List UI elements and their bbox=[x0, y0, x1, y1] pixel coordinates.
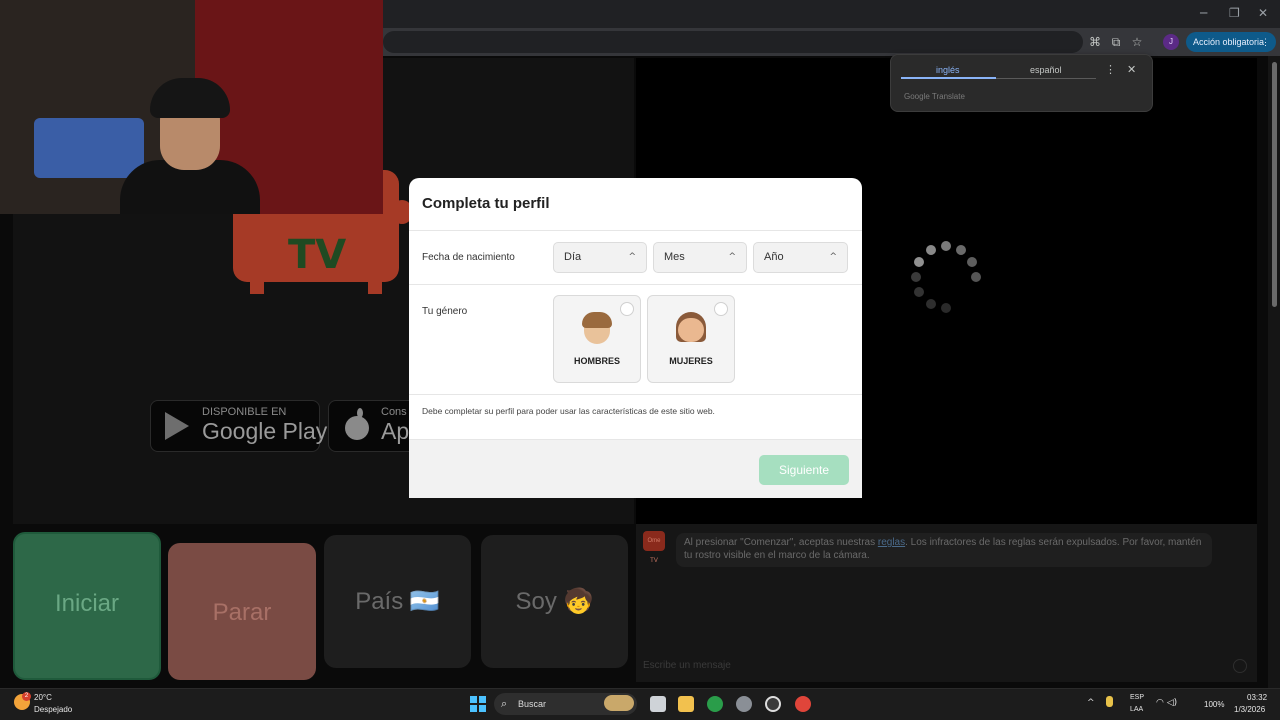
maximize-icon[interactable]: ❐ bbox=[1229, 6, 1240, 20]
search-highlight-icon[interactable] bbox=[604, 695, 634, 711]
webcam-overlay bbox=[0, 0, 383, 214]
clock-time[interactable]: 03:32 bbox=[1247, 693, 1267, 702]
gender-button[interactable]: Soy 🧒 bbox=[481, 535, 628, 668]
logo-tv-text: TV bbox=[288, 232, 347, 278]
female-avatar-icon bbox=[678, 318, 704, 342]
weather-badge: 2 bbox=[22, 692, 31, 701]
windows-start-icon[interactable] bbox=[470, 696, 486, 712]
emoji-icon[interactable] bbox=[1233, 659, 1247, 673]
female-radio[interactable] bbox=[714, 302, 728, 316]
chat-message: Al presionar "Comenzar", aceptas nuestra… bbox=[676, 533, 1212, 567]
translate-close-icon[interactable]: ✕ bbox=[1127, 63, 1136, 76]
divider bbox=[409, 439, 862, 440]
translate-tab-source[interactable]: inglés bbox=[936, 65, 960, 75]
translate-icon[interactable]: ⌘ bbox=[1087, 34, 1103, 50]
month-select-value: Mes bbox=[664, 251, 685, 263]
year-select-value: Año bbox=[764, 251, 784, 263]
divider bbox=[409, 230, 862, 231]
language-layout[interactable]: LAA bbox=[1130, 706, 1143, 713]
address-bar[interactable] bbox=[383, 31, 1083, 53]
battery-percent[interactable]: 100% bbox=[1204, 700, 1224, 709]
translate-tab-divider bbox=[996, 78, 1096, 79]
chevron-up-icon: ^ bbox=[829, 252, 837, 262]
more-vert-icon: ⋮ bbox=[1261, 37, 1270, 47]
clock-date[interactable]: 1/3/2026 bbox=[1234, 705, 1265, 714]
translate-tab-indicator bbox=[901, 77, 996, 79]
chrome-icon[interactable] bbox=[707, 696, 723, 712]
profile-avatar[interactable]: J bbox=[1163, 34, 1179, 50]
gender-label: Tu género bbox=[422, 306, 468, 317]
male-hair bbox=[582, 312, 612, 328]
male-label: HOMBRES bbox=[573, 356, 620, 366]
year-select[interactable]: Año ^ bbox=[753, 242, 848, 273]
divider bbox=[409, 394, 862, 395]
tray-expand-icon[interactable]: ^ bbox=[1087, 698, 1095, 708]
minimize-icon[interactable]: ─ bbox=[1200, 6, 1207, 20]
stop-button[interactable]: Parar bbox=[168, 543, 316, 680]
divider bbox=[409, 284, 862, 285]
logo-leg-left bbox=[250, 280, 264, 294]
modal-title: Completa tu perfil bbox=[422, 195, 550, 212]
google-play-icon bbox=[165, 412, 189, 440]
weather-temperature[interactable]: 20°C bbox=[34, 693, 52, 702]
chat-message-pre: Al presionar "Comenzar", aceptas nuestra… bbox=[684, 537, 878, 548]
app-store-small-text: Cons bbox=[381, 406, 407, 418]
day-select[interactable]: Día ^ bbox=[553, 242, 647, 273]
rules-link[interactable]: reglas bbox=[878, 537, 905, 548]
settings-icon[interactable] bbox=[736, 696, 752, 712]
microphone-icon[interactable] bbox=[1106, 696, 1113, 707]
profile-notice: Debe completar su perfil para poder usar… bbox=[422, 406, 715, 416]
action-required-label: Acción obligatoria bbox=[1193, 37, 1265, 47]
search-placeholder: Buscar bbox=[518, 699, 547, 709]
app-store-big-text: Ap bbox=[381, 418, 410, 444]
translate-tab-target[interactable]: español bbox=[1030, 65, 1062, 75]
birthdate-label: Fecha de nacimiento bbox=[422, 252, 515, 263]
country-button[interactable]: País 🇦🇷 bbox=[324, 535, 471, 668]
file-explorer-icon[interactable] bbox=[678, 696, 694, 712]
logo-leg-right bbox=[368, 280, 382, 294]
apple-icon bbox=[345, 408, 369, 440]
start-button[interactable]: Iniciar bbox=[13, 532, 161, 680]
translate-brand: Google Translate bbox=[904, 92, 965, 101]
chevron-up-icon: ^ bbox=[628, 252, 636, 262]
language-indicator[interactable]: ESP bbox=[1130, 694, 1144, 701]
google-play-small-text: DISPONIBLE EN bbox=[202, 406, 287, 418]
close-window-icon[interactable]: ✕ bbox=[1258, 6, 1268, 20]
webcam-chair bbox=[34, 118, 144, 178]
task-view-icon[interactable] bbox=[650, 696, 666, 712]
female-label: MUJERES bbox=[669, 356, 713, 366]
cast-icon[interactable]: ⧉ bbox=[1108, 34, 1124, 50]
day-select-value: Día bbox=[564, 251, 582, 263]
google-play-big-text: Google Play bbox=[202, 418, 328, 444]
male-radio[interactable] bbox=[620, 302, 634, 316]
search-icon: ⌕ bbox=[501, 697, 508, 710]
scrollbar-thumb[interactable] bbox=[1272, 62, 1277, 307]
action-required-button[interactable]: Acción obligatoria ⋮ bbox=[1186, 32, 1276, 52]
star-icon[interactable]: ☆ bbox=[1129, 34, 1145, 50]
wifi-volume-icons[interactable]: ◠ ◁) bbox=[1156, 698, 1177, 708]
next-button[interactable]: Siguiente bbox=[759, 455, 849, 485]
gender-option-female[interactable]: MUJERES bbox=[647, 295, 735, 383]
chevron-up-icon: ^ bbox=[728, 252, 736, 262]
chrome-profile-icon[interactable] bbox=[795, 696, 811, 712]
chat-input[interactable]: Escribe un mensaje bbox=[643, 660, 731, 671]
chat-avatar: Ome TV bbox=[643, 531, 665, 564]
translate-menu-icon[interactable]: ⋮ bbox=[1105, 63, 1116, 76]
clock-app-icon[interactable] bbox=[765, 696, 781, 712]
gender-option-male[interactable]: HOMBRES bbox=[553, 295, 641, 383]
month-select[interactable]: Mes ^ bbox=[653, 242, 747, 273]
weather-condition[interactable]: Despejado bbox=[34, 705, 72, 714]
